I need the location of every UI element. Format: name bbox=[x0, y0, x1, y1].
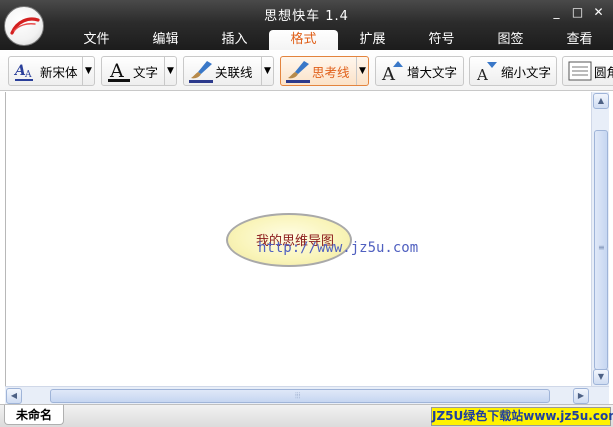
scroll-right-button[interactable]: ▶ bbox=[573, 388, 589, 404]
minimize-button[interactable]: _ bbox=[548, 4, 565, 20]
frame-button[interactable]: 圆角 bbox=[562, 56, 613, 86]
thumb-grip-icon: ⦙⦙⦙ bbox=[295, 391, 301, 400]
title-bar: 思想快车 1.4 _ □ ✕ 文件 编辑 插入 格式 扩展 符号 图签 查看 bbox=[0, 0, 613, 51]
maximize-button[interactable]: □ bbox=[569, 4, 586, 20]
menu-insert[interactable]: 插入 bbox=[200, 30, 269, 50]
menu-label[interactable]: 图签 bbox=[476, 30, 545, 50]
horizontal-scroll-thumb[interactable]: ⦙⦙⦙ bbox=[50, 389, 550, 403]
svg-text:A: A bbox=[24, 70, 32, 80]
close-button[interactable]: ✕ bbox=[590, 4, 607, 20]
vertical-scroll-thumb[interactable]: ≡ bbox=[594, 130, 608, 370]
brush-icon bbox=[284, 58, 312, 84]
menu-symbol[interactable]: 符号 bbox=[407, 30, 476, 50]
grow-text-label: 增大文字 bbox=[407, 64, 458, 80]
menu-extend[interactable]: 扩展 bbox=[338, 30, 407, 50]
menu-edit[interactable]: 编辑 bbox=[131, 30, 200, 50]
text-color-button[interactable]: A 文字 ▼ bbox=[101, 56, 177, 86]
window-controls: _ □ ✕ bbox=[548, 4, 607, 20]
link-line-label: 关联线 bbox=[215, 64, 253, 80]
window-title: 思想快车 1.4 bbox=[264, 9, 349, 24]
font-dropdown-icon[interactable]: ▼ bbox=[82, 57, 94, 85]
svg-text:A: A bbox=[476, 66, 488, 84]
shrink-font-icon: A bbox=[473, 58, 501, 84]
menu-file[interactable]: 文件 bbox=[62, 30, 131, 50]
menu-view[interactable]: 查看 bbox=[545, 30, 613, 50]
think-line-dropdown-icon[interactable]: ▼ bbox=[356, 57, 368, 85]
format-toolbar: A A 新宋体 ▼ A 文字 ▼ 关联线 ▼ 思考线 ▼ A 增大文字 A 缩小… bbox=[0, 50, 613, 91]
link-line-dropdown-icon[interactable]: ▼ bbox=[261, 57, 273, 85]
text-dropdown-icon[interactable]: ▼ bbox=[164, 57, 176, 85]
scroll-up-button[interactable]: ▲ bbox=[593, 93, 609, 109]
horizontal-scrollbar[interactable]: ◀ ⦙⦙⦙ ▶ bbox=[5, 386, 609, 404]
frame-label: 圆角 bbox=[594, 64, 613, 80]
font-selector[interactable]: A A 新宋体 ▼ bbox=[8, 56, 95, 86]
grow-text-button[interactable]: A 增大文字 bbox=[375, 56, 464, 86]
document-tab-bar: 未命名 JZ5U绿色下载站www.jz5u.com bbox=[0, 404, 613, 427]
brush-icon bbox=[187, 58, 215, 84]
text-label: 文字 bbox=[133, 64, 159, 80]
text-color-icon: A bbox=[105, 58, 133, 84]
think-line-label: 思考线 bbox=[312, 64, 350, 80]
site-badge: JZ5U绿色下载站www.jz5u.com bbox=[431, 407, 613, 426]
menu-format[interactable]: 格式 bbox=[269, 30, 338, 51]
svg-text:A: A bbox=[109, 60, 124, 82]
vertical-scrollbar[interactable]: ▲ ≡ ▼ bbox=[591, 92, 609, 386]
think-line-button[interactable]: 思考线 ▼ bbox=[280, 56, 369, 86]
font-label: 新宋体 bbox=[40, 64, 78, 80]
shrink-text-label: 缩小文字 bbox=[501, 64, 552, 80]
scroll-left-button[interactable]: ◀ bbox=[6, 388, 22, 404]
thumb-grip-icon: ≡ bbox=[598, 243, 605, 252]
menu-bar: 文件 编辑 插入 格式 扩展 符号 图签 查看 bbox=[62, 30, 613, 51]
frame-icon bbox=[566, 58, 594, 84]
shrink-text-button[interactable]: A 缩小文字 bbox=[469, 56, 557, 86]
font-icon: A A bbox=[12, 58, 40, 84]
link-line-button[interactable]: 关联线 ▼ bbox=[183, 56, 274, 86]
url-watermark: http://www.jz5u.com bbox=[258, 240, 419, 256]
document-tab[interactable]: 未命名 bbox=[4, 405, 64, 425]
grow-font-icon: A bbox=[379, 58, 407, 85]
scroll-down-button[interactable]: ▼ bbox=[593, 369, 609, 385]
